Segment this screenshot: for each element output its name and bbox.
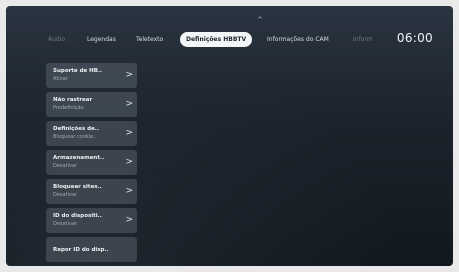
menu-item-value: Desativar	[53, 163, 78, 169]
tab-audio[interactable]: Áudio	[48, 33, 65, 47]
menu-item-title: ID do dispositi..	[53, 213, 102, 219]
tab-bar: Áudio Legendas Teletexto Definições HBBT…	[6, 30, 453, 50]
chevron-right-icon: >	[125, 215, 133, 225]
tab-cam-info[interactable]: Informações do CAM	[267, 33, 329, 47]
chevron-right-icon: >	[125, 70, 133, 80]
tab-subtitles[interactable]: Legendas	[87, 33, 116, 47]
tv-screen: ^ Áudio Legendas Teletexto Definições HB…	[6, 6, 453, 266]
hbbtv-settings-menu: Suporte de HB.. Ativar > Não rastrear Pr…	[46, 63, 137, 266]
menu-item-value: Ativar	[53, 76, 68, 82]
menu-item-block-sites[interactable]: Bloquear sites.. Desativar >	[46, 179, 137, 204]
tab-teletext[interactable]: Teletexto	[136, 33, 163, 47]
clock: 06:00	[396, 31, 433, 45]
menu-item-title: Bloquear sites..	[53, 184, 102, 190]
menu-item-value: Desativar	[53, 192, 78, 198]
tab-info[interactable]: Inform	[353, 33, 373, 47]
menu-item-cookie-settings[interactable]: Definições de.. Bloquear cookie.. >	[46, 121, 137, 146]
menu-item-storage[interactable]: Armazenament.. Desativar >	[46, 150, 137, 175]
menu-item-value: Desativar	[53, 221, 78, 227]
chevron-right-icon: >	[125, 157, 133, 167]
menu-item-title: Definições de..	[53, 126, 99, 132]
menu-item-title: Armazenament..	[53, 155, 105, 161]
scroll-up-indicator-icon: ^	[257, 16, 263, 24]
menu-item-do-not-track[interactable]: Não rastrear Predefinição >	[46, 92, 137, 117]
menu-item-value: Predefinição	[53, 105, 84, 111]
menu-item-hbbtv-support[interactable]: Suporte de HB.. Ativar >	[46, 63, 137, 88]
menu-item-reset-device-id[interactable]: Repor ID do disp..	[46, 237, 137, 262]
menu-item-title: Não rastrear	[53, 97, 93, 103]
chevron-right-icon: >	[125, 99, 133, 109]
chevron-right-icon: >	[125, 128, 133, 138]
tab-hbbtv-settings[interactable]: Definições HBBTV	[180, 32, 253, 47]
menu-item-title: Repor ID do disp..	[53, 247, 109, 253]
menu-item-device-id[interactable]: ID do dispositi.. Desativar >	[46, 208, 137, 233]
menu-item-title: Suporte de HB..	[53, 68, 103, 74]
menu-item-value: Bloquear cookie..	[53, 134, 97, 140]
chevron-right-icon: >	[125, 186, 133, 196]
